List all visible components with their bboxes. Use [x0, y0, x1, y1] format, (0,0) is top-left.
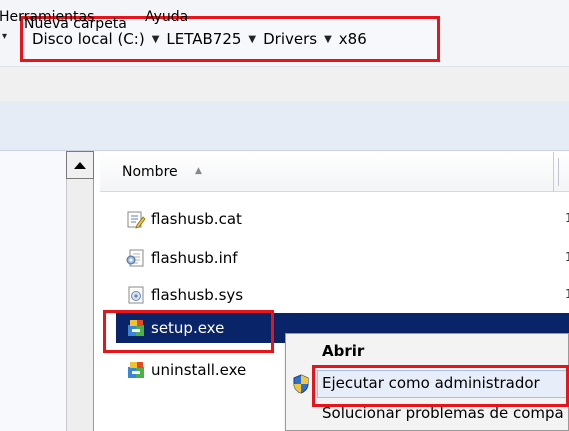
- breadcrumb-chevron-icon[interactable]: ▼: [152, 34, 160, 45]
- file-row-uninstall-exe[interactable]: uninstall.exe: [126, 358, 246, 382]
- column-cell: 1: [565, 287, 569, 301]
- shield-icon: [293, 374, 309, 394]
- scroll-up-button[interactable]: [66, 151, 94, 179]
- command-bar: [0, 101, 569, 151]
- column-header-next[interactable]: [558, 158, 569, 186]
- new-folder-button[interactable]: Nueva carpeta: [24, 16, 127, 32]
- breadcrumb-item-letab[interactable]: LETAB725: [166, 30, 241, 48]
- system-file-icon: [126, 285, 146, 305]
- file-row-flashusb-inf[interactable]: flashusb.inf: [126, 246, 238, 270]
- file-name: uninstall.exe: [151, 361, 247, 379]
- file-row-flashusb-cat[interactable]: flashusb.cat: [126, 207, 242, 231]
- breadcrumb-chevron-icon[interactable]: ▼: [248, 34, 256, 45]
- file-row-flashusb-sys[interactable]: flashusb.sys: [126, 283, 243, 307]
- column-divider[interactable]: [553, 152, 554, 192]
- navigation-pane: [0, 151, 66, 431]
- menu-help[interactable]: Ayuda: [145, 9, 188, 25]
- breadcrumb-item-x86[interactable]: x86: [339, 30, 367, 48]
- column-header-label: Nombre: [122, 164, 178, 180]
- column-cell: 1: [565, 250, 569, 264]
- menu-bar: [0, 67, 569, 101]
- breadcrumb-chevron-icon[interactable]: ▼: [324, 34, 332, 45]
- setup-information-icon: [126, 248, 146, 268]
- sort-ascending-icon: ▲: [195, 166, 202, 176]
- navigation-scrollbar[interactable]: [66, 151, 94, 431]
- file-name: flashusb.sys: [151, 286, 244, 304]
- file-name: flashusb.inf: [151, 249, 238, 267]
- highlight-box-selected-file: [103, 310, 274, 353]
- file-name: flashusb.cat: [151, 210, 242, 228]
- breadcrumb-item-drivers[interactable]: Drivers: [263, 30, 317, 48]
- context-menu-open[interactable]: Abrir: [322, 342, 364, 360]
- highlight-box-run-as-admin: [312, 365, 569, 407]
- breadcrumb-item-disk[interactable]: Disco local (C:): [32, 30, 145, 48]
- catalog-file-icon: [126, 209, 146, 229]
- breadcrumb-root-arrow-icon[interactable]: ▾: [2, 31, 7, 42]
- arrow-up-icon: [74, 161, 86, 169]
- column-cell: 1: [565, 211, 569, 225]
- installer-icon: [126, 360, 146, 380]
